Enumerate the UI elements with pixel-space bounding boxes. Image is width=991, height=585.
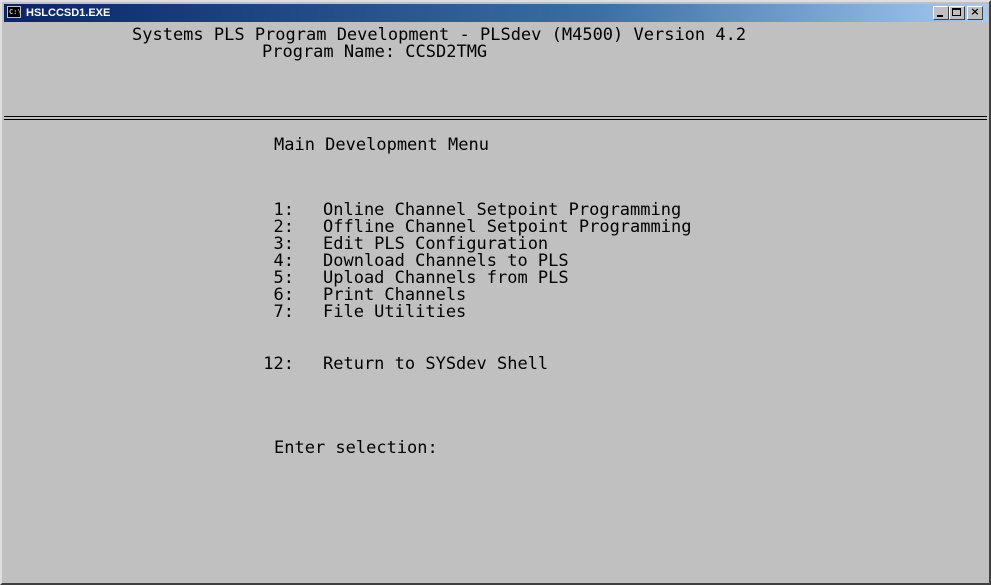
menu-item-number: 7:: [273, 302, 294, 322]
console-area[interactable]: Systems PLS Program Development - PLSdev…: [4, 22, 987, 583]
console-window: C:\ HSLCCSD1.EXE × Systems PLS Program D…: [0, 0, 991, 585]
maximize-icon: [952, 8, 961, 16]
header-divider-bottom: [4, 119, 987, 120]
window-title: HSLCCSD1.EXE: [26, 7, 111, 19]
header-divider-top: [4, 116, 987, 117]
title-bar[interactable]: C:\ HSLCCSD1.EXE ×: [4, 4, 987, 22]
minimize-button[interactable]: [933, 6, 949, 20]
maximize-button[interactable]: [949, 6, 965, 20]
close-icon: ×: [970, 5, 980, 18]
menu-item-return-shell[interactable]: Return to SYSdev Shell: [323, 356, 548, 373]
selection-prompt[interactable]: Enter selection:: [274, 440, 438, 457]
menu-heading: Main Development Menu: [274, 135, 489, 155]
minimize-icon: [937, 15, 943, 17]
console-app-icon[interactable]: C:\: [7, 6, 22, 18]
close-button[interactable]: ×: [967, 5, 983, 20]
program-name: Program Name: CCSD2TMG: [262, 42, 488, 62]
menu-item-number: 12:: [263, 354, 294, 374]
menu-item-file-utilities[interactable]: File Utilities: [323, 304, 466, 321]
